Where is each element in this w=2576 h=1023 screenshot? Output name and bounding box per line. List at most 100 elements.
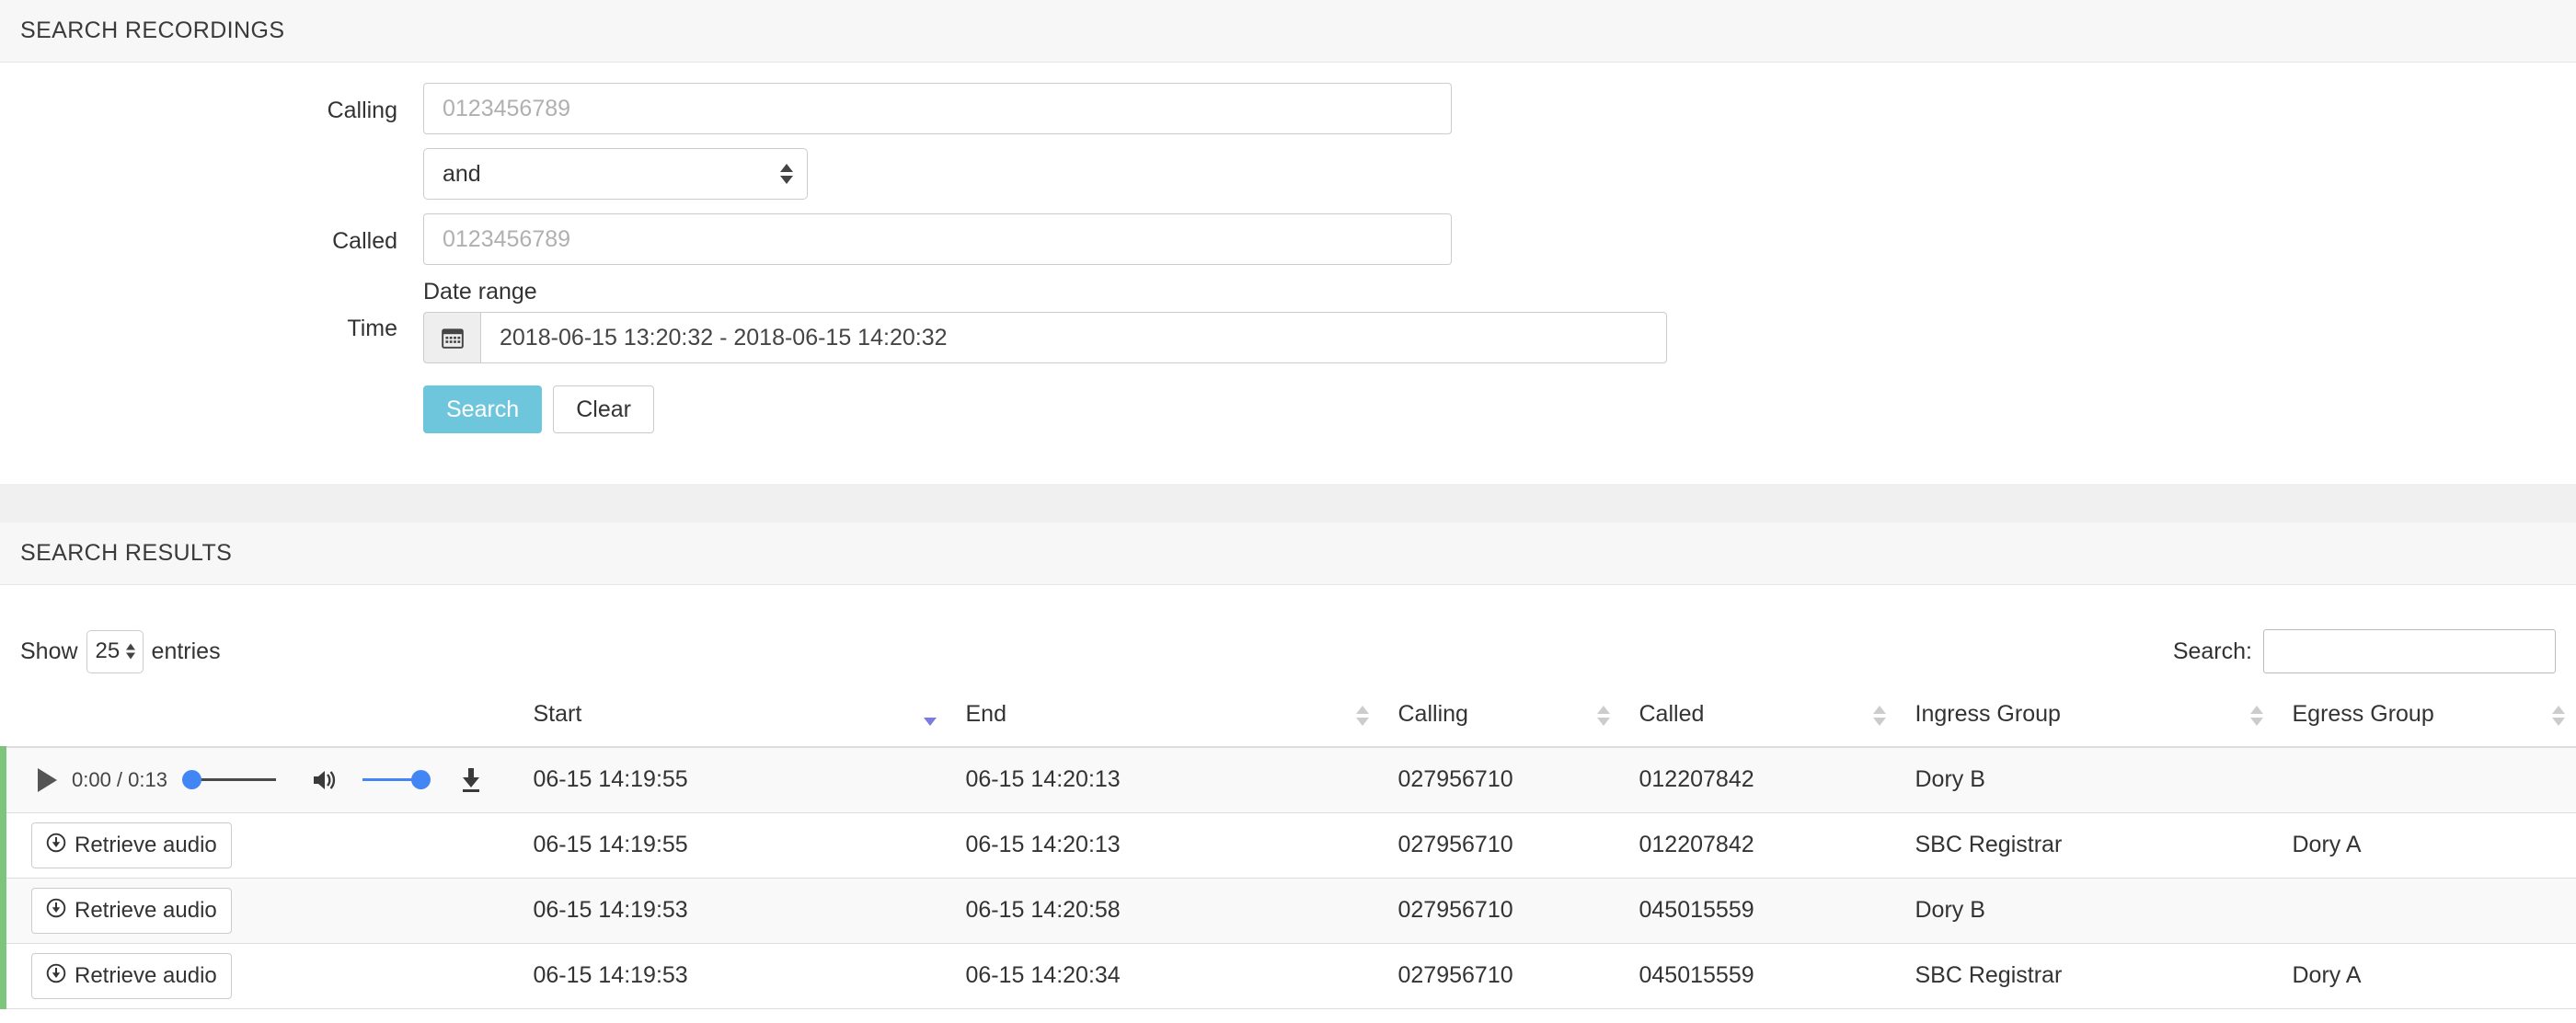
cell-start: 06-15 14:19:53 (518, 878, 951, 944)
search-input[interactable] (2263, 629, 2556, 673)
cell-called: 012207842 (1624, 747, 1901, 813)
operator-selected-value: and (443, 160, 481, 187)
column-header-ingress[interactable]: Ingress Group (1900, 688, 2278, 748)
circle-arrow-down-icon (46, 833, 66, 857)
column-header-called[interactable]: Called (1624, 688, 1901, 748)
retrieve-audio-label: Retrieve audio (75, 962, 217, 988)
search-button[interactable]: Search (423, 385, 543, 433)
page-length-select[interactable]: 25 (86, 629, 144, 673)
table-header-row: Start End Calling Called Ingress Group E… (3, 688, 2576, 748)
column-label-end: End (965, 701, 1006, 727)
sort-indicator-icon (1596, 706, 1610, 726)
clear-button[interactable]: Clear (553, 385, 654, 433)
column-label-egress: Egress Group (2292, 701, 2434, 727)
time-label: Time (347, 316, 397, 341)
cell-calling: 027956710 (1383, 878, 1625, 944)
sort-indicator-icon (2551, 706, 2565, 726)
sort-indicator-icon (1872, 706, 1886, 726)
date-range-group (423, 312, 1667, 363)
page-length-value: 25 (95, 638, 121, 663)
cell-calling: 027956710 (1383, 943, 1625, 1009)
table-row: Retrieve audio 06-15 14:19:55 06-15 14:2… (0, 812, 2576, 879)
download-icon[interactable] (458, 766, 484, 794)
date-range-input[interactable] (480, 312, 1667, 363)
column-header-start[interactable]: Start (518, 688, 951, 748)
column-header-egress[interactable]: Egress Group (2277, 688, 2576, 748)
calendar-icon[interactable] (423, 312, 480, 363)
column-header-calling[interactable]: Calling (1383, 688, 1625, 748)
show-label: Show (20, 638, 78, 664)
volume-high-icon[interactable] (311, 768, 339, 792)
search-results-header: SEARCH RESULTS (0, 523, 2576, 585)
cell-called: 045015559 (1624, 878, 1901, 944)
operator-label-spacer (0, 148, 423, 163)
date-range-label: Date range (423, 279, 537, 305)
panel-divider (0, 484, 2576, 523)
cell-egress (2277, 747, 2576, 813)
cell-calling: 027956710 (1383, 812, 1625, 879)
volume-slider[interactable] (362, 770, 431, 790)
cell-egress: Dory A (2277, 943, 2576, 1009)
cell-called: 045015559 (1624, 943, 1901, 1009)
sort-indicator-icon (1355, 706, 1369, 726)
cell-egress: Dory A (2277, 812, 2576, 879)
cell-start: 06-15 14:19:53 (518, 943, 951, 1009)
recordings-table: Start End Calling Called Ingress Group E… (0, 688, 2576, 1009)
player-time: 0:00 / 0:13 (72, 767, 167, 791)
column-label-calling: Calling (1397, 701, 1468, 727)
circle-arrow-down-icon (46, 963, 66, 988)
time-row: Time Date range 2018-06-15 13:20:32 - 20… (0, 279, 2576, 433)
column-header-audio (3, 688, 519, 748)
results-title: SEARCH RESULTS (20, 540, 233, 566)
sort-indicator-icon (2249, 706, 2263, 726)
column-label-start: Start (533, 701, 582, 727)
operator-select[interactable]: and (423, 148, 808, 200)
search-results: Show 25 entries Search: Start End Callin… (0, 585, 2576, 1009)
column-header-end[interactable]: End (950, 688, 1384, 748)
cell-start: 06-15 14:19:55 (518, 747, 951, 813)
audio-cell: 0:00 / 0:13 (0, 747, 519, 813)
progress-slider[interactable] (181, 770, 276, 790)
audio-cell: Retrieve audio (0, 878, 519, 944)
cell-called: 012207842 (1624, 812, 1901, 879)
cell-start: 06-15 14:19:55 (518, 812, 951, 879)
entries-label: entries (151, 638, 221, 664)
column-label-ingress: Ingress Group (1915, 701, 2061, 727)
called-label: Called (332, 228, 397, 254)
cell-egress (2277, 878, 2576, 944)
calling-input[interactable] (423, 83, 1452, 134)
page-length-control: Show 25 entries (20, 629, 221, 673)
chevron-updown-icon (780, 164, 793, 184)
cell-end: 06-15 14:20:13 (950, 747, 1384, 813)
cell-calling: 027956710 (1383, 747, 1625, 813)
retrieve-audio-button[interactable]: Retrieve audio (31, 887, 232, 934)
table-row: Retrieve audio 06-15 14:19:53 06-15 14:2… (0, 878, 2576, 944)
calling-label: Calling (327, 98, 397, 123)
play-icon[interactable] (38, 767, 57, 792)
table-row: Retrieve audio 06-15 14:19:53 06-15 14:2… (0, 943, 2576, 1009)
retrieve-audio-label: Retrieve audio (75, 832, 217, 857)
retrieve-audio-label: Retrieve audio (75, 897, 217, 923)
search-form: Calling and Called Time Date range (0, 63, 2576, 484)
column-label-called: Called (1639, 701, 1705, 727)
audio-cell: Retrieve audio (0, 943, 519, 1009)
cell-end: 06-15 14:20:13 (950, 812, 1384, 879)
page-title: SEARCH RECORDINGS (20, 17, 285, 43)
search-recordings-header: SEARCH RECORDINGS (0, 0, 2576, 63)
cell-ingress: Dory B (1900, 878, 2278, 944)
circle-arrow-down-icon (46, 898, 66, 923)
retrieve-audio-button[interactable]: Retrieve audio (31, 952, 232, 999)
cell-end: 06-15 14:20:58 (950, 878, 1384, 944)
filter-label: Search: (2172, 638, 2252, 664)
audio-player: 0:00 / 0:13 (21, 748, 504, 812)
retrieve-audio-button[interactable]: Retrieve audio (31, 822, 232, 868)
table-row: 0:00 / 0:13 06-15 14:19:55 06-15 14:20:1… (0, 747, 2576, 813)
cell-ingress: Dory B (1900, 747, 2278, 813)
form-actions: Search Clear (423, 385, 2576, 433)
called-row: Called (0, 213, 2576, 265)
chevron-updown-icon (125, 643, 135, 660)
sort-indicator-desc-icon (923, 718, 937, 726)
table-controls: Show 25 entries Search: (0, 585, 2576, 688)
called-input[interactable] (423, 213, 1452, 265)
audio-cell: Retrieve audio (0, 812, 519, 879)
